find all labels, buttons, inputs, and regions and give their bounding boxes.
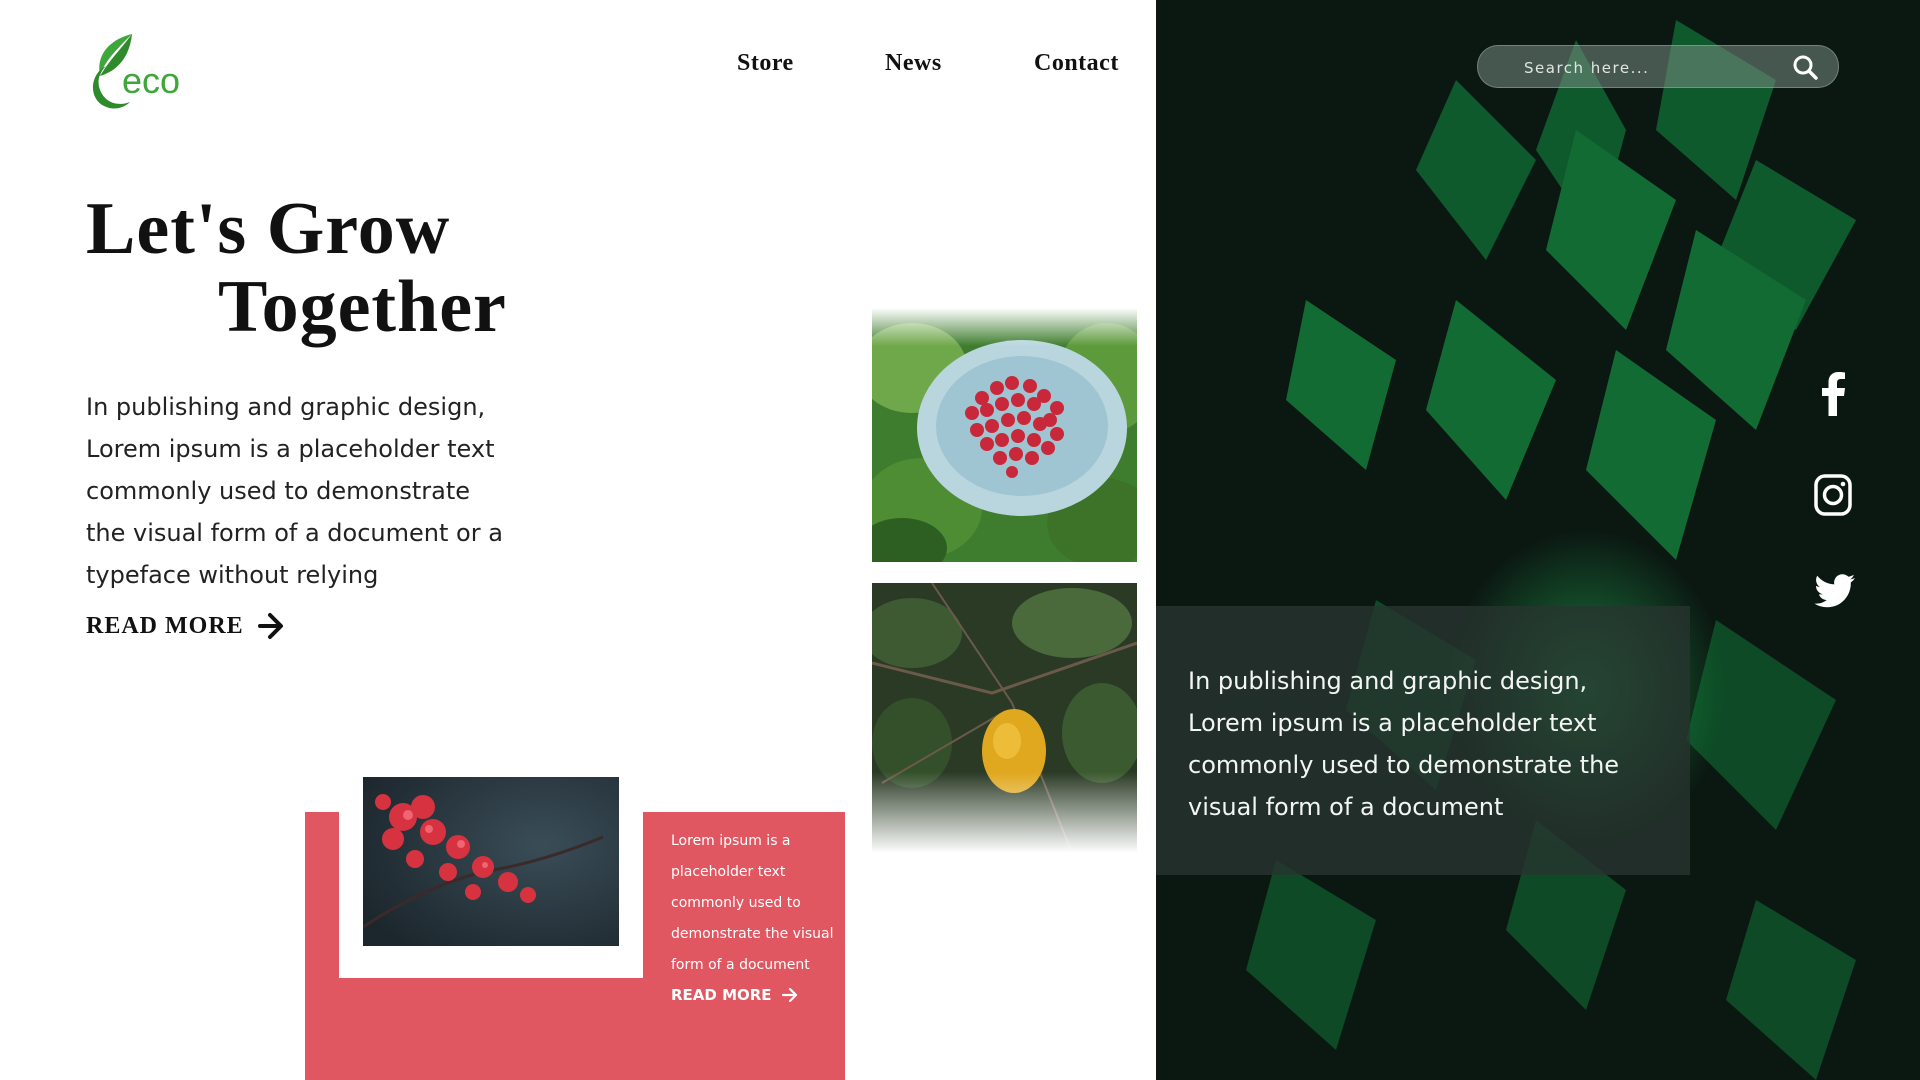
nav-news[interactable]: News: [885, 50, 942, 77]
info-panel: In publishing and graphic design, Lorem …: [1156, 606, 1690, 875]
search-icon[interactable]: [1792, 54, 1818, 80]
hero-title-line1: Let's Grow: [86, 188, 451, 270]
card-read-more-label: READ MORE: [671, 986, 772, 1004]
hero-description: In publishing and graphic design, Lorem …: [86, 393, 503, 589]
red-flower-photo: [363, 777, 619, 946]
twitter-icon[interactable]: [1813, 572, 1857, 616]
card-read-more-button[interactable]: READ MORE: [671, 986, 798, 1004]
hero-background-image: [1156, 0, 1920, 1080]
hero-read-more-label: READ MORE: [86, 612, 244, 639]
logo[interactable]: eco: [86, 32, 196, 110]
logo-text: eco: [122, 60, 181, 101]
search-input[interactable]: [1522, 56, 1776, 80]
facebook-icon[interactable]: [1813, 372, 1853, 420]
nav-contact[interactable]: Contact: [1034, 50, 1119, 77]
info-panel-text: In publishing and graphic design, Lorem …: [1188, 667, 1620, 821]
hero-title-line2: Together: [218, 266, 507, 348]
arrow-right-icon: [257, 613, 283, 639]
search-bar[interactable]: [1477, 45, 1839, 88]
strawberry-photo: [872, 308, 1137, 562]
arrow-right-icon: [781, 987, 797, 1003]
hero-title: Let's Grow Together: [86, 190, 507, 346]
hero-read-more-button[interactable]: READ MORE: [86, 612, 284, 640]
nav-store[interactable]: Store: [737, 50, 794, 77]
lemon-photo: [872, 583, 1137, 853]
instagram-icon[interactable]: [1813, 473, 1853, 521]
card-text: Lorem ipsum is a placeholder text common…: [671, 833, 834, 973]
